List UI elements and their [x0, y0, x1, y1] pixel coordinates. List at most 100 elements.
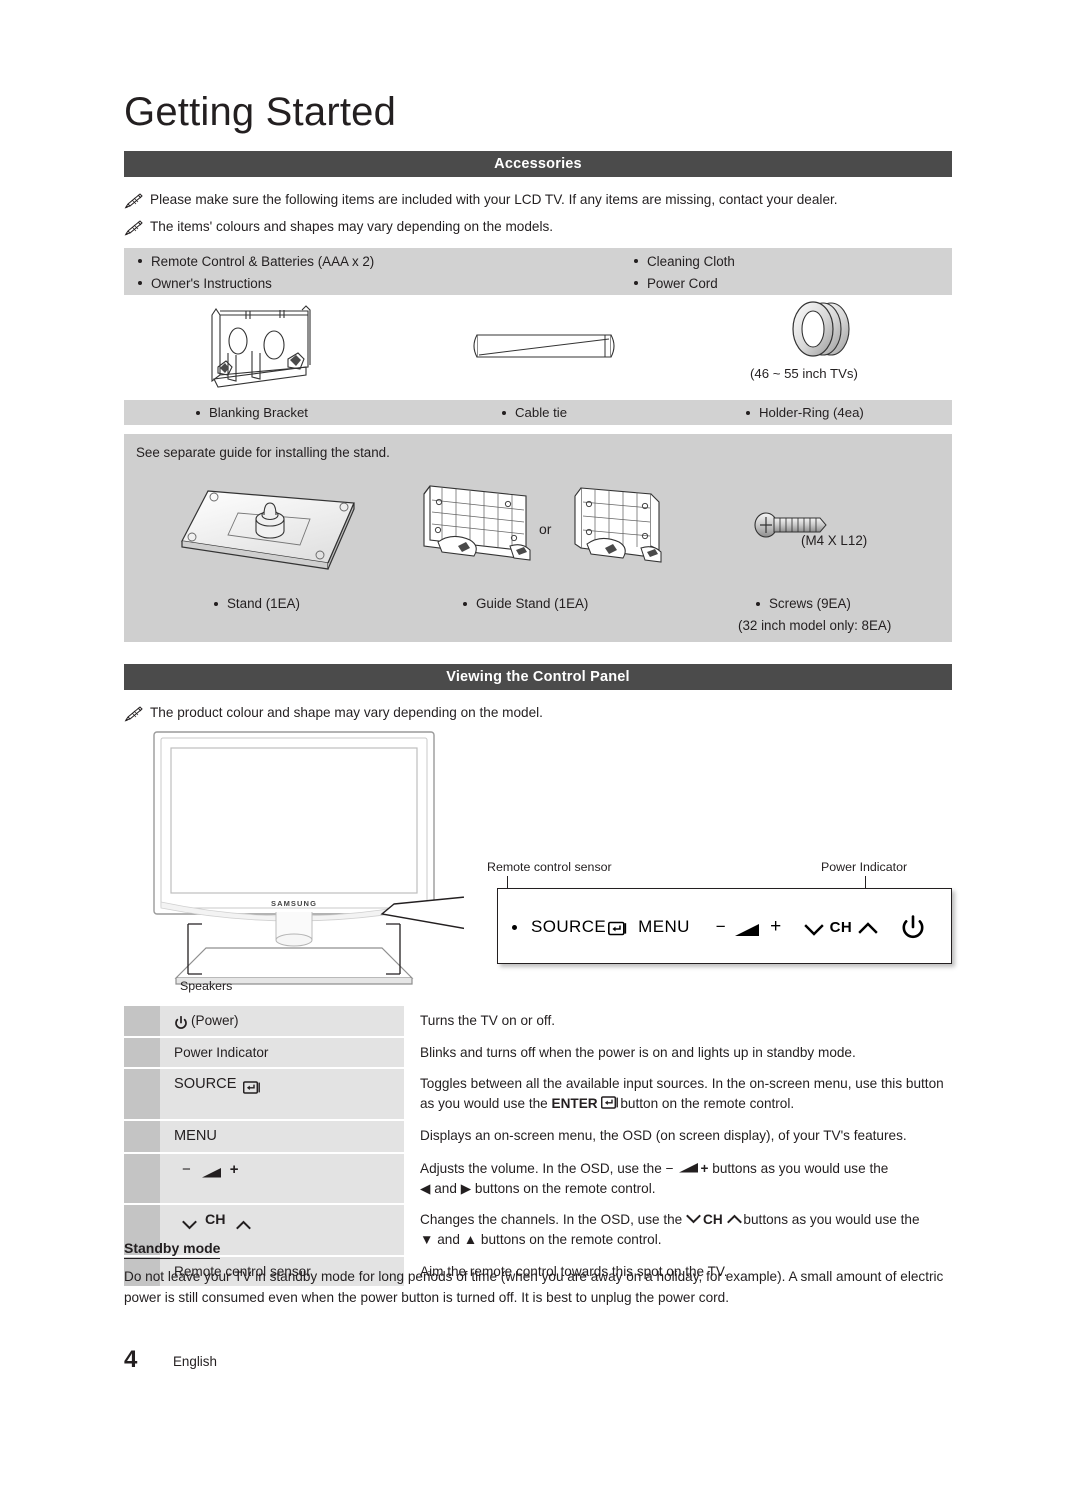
note-accessories-1: Please make sure the following items are… [124, 192, 838, 209]
power-icon[interactable] [900, 915, 926, 941]
guide-stand-illustration-left [414, 480, 536, 581]
bullet-icon [634, 281, 638, 285]
volume-down-symbol: − [665, 1160, 674, 1176]
row-label-text: (Power) [191, 1013, 239, 1028]
enter-icon [243, 1080, 261, 1094]
source-button[interactable]: SOURCE [531, 917, 606, 937]
note-accessories-2-text: The items' colours and shapes may vary d… [150, 219, 554, 234]
bullet-icon [214, 601, 218, 606]
remote-sensor-callout-label: Remote control sensor [487, 860, 612, 874]
screws-model-note: (32 inch model only: 8EA) [738, 618, 892, 633]
control-panel-callout-box: SOURCE MENU − + CH [497, 888, 952, 964]
cable-tie-illustration [469, 329, 619, 370]
label-stand-text: Stand (1EA) [227, 596, 300, 611]
table-row: MENU Displays an on-screen menu, the OSD… [124, 1120, 952, 1152]
row-description-part2: buttons as you would use the [708, 1160, 889, 1176]
row-marker [124, 1153, 160, 1204]
menu-button[interactable]: MENU [638, 917, 690, 937]
volume-up-symbol: + [229, 1160, 239, 1178]
row-description: Blinks and turns off when the power is o… [420, 1044, 856, 1060]
volume-icon [678, 1160, 698, 1173]
table-row: SOURCE Toggles between all the available… [124, 1069, 952, 1119]
volume-up-button[interactable]: + [770, 916, 782, 938]
guide-stand-illustration-right [565, 480, 669, 581]
volume-down-button[interactable]: − [716, 917, 726, 937]
row-label-text: Power Indicator [174, 1044, 269, 1060]
section-header-accessories-label: Accessories [494, 156, 582, 172]
note-control-panel: The product colour and shape may vary de… [124, 705, 543, 722]
bullet-icon [746, 410, 750, 415]
channel-up-icon[interactable] [858, 920, 878, 934]
bullet-icon [756, 601, 760, 606]
channel-down-icon [686, 1210, 701, 1224]
row-marker [124, 1069, 160, 1119]
list-item-label: Power Cord [647, 275, 718, 291]
row-label-text: SOURCE [174, 1076, 237, 1093]
label-blanking-bracket: Blanking Bracket [196, 400, 308, 425]
row-description-part1: Changes the channels. In the OSD, use th… [420, 1212, 687, 1228]
holder-ring-tv-size-note: (46 ~ 55 inch TVs) [750, 366, 858, 381]
page-number: 4 [124, 1346, 138, 1373]
row-description-part3: ◀ and ▶ buttons on the remote control. [420, 1180, 656, 1196]
pencil-icon [124, 706, 144, 722]
tv-brand-logo: SAMSUNG [271, 899, 317, 908]
table-row: (Power) Turns the TV on or off. [124, 1006, 952, 1036]
standby-mode-body: Do not leave your TV in standby mode for… [124, 1269, 944, 1306]
row-label: (Power) [160, 1006, 404, 1036]
channel-down-icon[interactable] [803, 922, 824, 936]
row-description-strong: ENTER [551, 1096, 598, 1112]
list-item: Cleaning Cloth [634, 250, 735, 272]
row-description: Displays an on-screen menu, the OSD (on … [420, 1127, 907, 1143]
row-description-part1: Adjusts the volume. In the OSD, use the [420, 1160, 666, 1176]
section-header-control-panel: Viewing the Control Panel [124, 664, 952, 690]
holder-ring-illustration [773, 299, 869, 366]
row-marker [124, 1120, 160, 1152]
label-holder-ring-text: Holder-Ring (4ea) [759, 405, 864, 420]
label-holder-ring: Holder-Ring (4ea) [746, 400, 864, 425]
table-row: − + Adjusts the volume. In the OSD, use … [124, 1153, 952, 1204]
label-guide-stand-text: Guide Stand (1EA) [476, 596, 589, 611]
screw-spec-label: (M4 X L12) [801, 533, 868, 548]
label-cable-tie: Cable tie [502, 400, 567, 425]
label-guide-stand: Guide Stand (1EA) [463, 596, 588, 611]
note-accessories-2: The items' colours and shapes may vary d… [124, 219, 554, 236]
row-description-part3: ▼ and ▲ buttons on the remote control. [420, 1232, 662, 1248]
list-item: Power Cord [634, 272, 735, 294]
stand-guide-text: See separate guide for installing the st… [136, 445, 390, 460]
list-item-label: Remote Control & Batteries (AAA x 2) [151, 253, 375, 269]
power-icon [174, 1016, 187, 1030]
list-item-label: Owner's Instructions [151, 275, 272, 291]
bullet-icon [138, 259, 142, 263]
stand-illustration [178, 485, 360, 588]
bullet-icon [634, 259, 638, 263]
row-marker [124, 1037, 160, 1068]
bullet-icon [196, 410, 200, 415]
row-label: − + [160, 1153, 404, 1204]
enter-icon [608, 921, 627, 936]
label-screws-text: Screws (9EA) [769, 596, 851, 611]
page-language: English [173, 1354, 217, 1369]
row-label: Power Indicator [160, 1037, 404, 1068]
power-indicator-callout-label: Power Indicator [821, 860, 908, 874]
section-header-control-panel-label: Viewing the Control Panel [446, 669, 630, 685]
bullet-icon [463, 601, 467, 606]
volume-icon [734, 923, 762, 938]
or-separator-label: or [539, 521, 552, 537]
label-screws: Screws (9EA) [756, 596, 851, 611]
bullet-icon [502, 410, 506, 415]
row-description: Toggles between all the available input … [404, 1069, 952, 1118]
row-label-text: MENU [174, 1127, 217, 1144]
row-description: Changes the channels. In the OSD, use th… [404, 1205, 952, 1254]
row-description-part2: button on the remote control. [616, 1096, 795, 1112]
blanking-bracket-illustration [202, 301, 332, 398]
row-description: Adjusts the volume. In the OSD, use the … [404, 1154, 952, 1203]
list-item-label: Cleaning Cloth [647, 253, 735, 269]
bullet-icon [138, 281, 142, 285]
label-stand: Stand (1EA) [214, 596, 300, 611]
accessories-list-right: Cleaning Cloth Power Cord [634, 250, 735, 294]
speakers-label: Speakers [180, 979, 233, 993]
row-description: Turns the TV on or off. [420, 1013, 556, 1028]
channel-up-icon [726, 1210, 742, 1224]
list-item: Owner's Instructions [138, 272, 374, 294]
manual-page: Getting Started Accessories Please make … [0, 0, 1080, 1498]
